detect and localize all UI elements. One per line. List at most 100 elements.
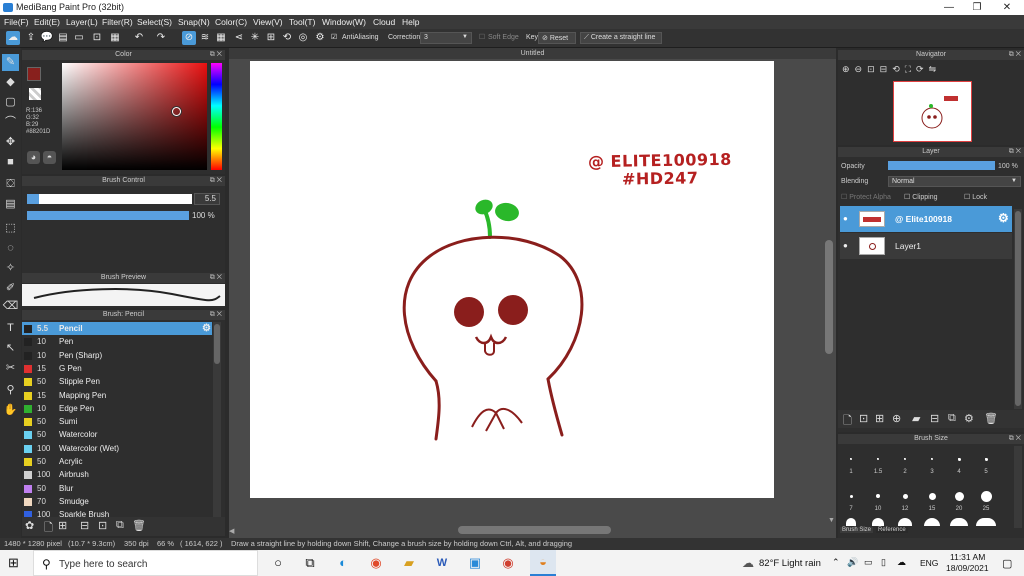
tab-brush-size[interactable]: Brush Size <box>840 527 874 533</box>
select-eraser-tool-icon[interactable]: ⌫ <box>2 298 19 315</box>
menu-cloud[interactable]: Cloud <box>373 17 395 27</box>
brush-list-item[interactable]: 5.5 Pencil ⚙ <box>22 322 212 336</box>
medibang-taskbar-button[interactable]: ◒ <box>530 550 556 576</box>
brush-size-dot[interactable] <box>872 518 884 526</box>
clock-time[interactable]: 11:31 AM <box>950 552 985 562</box>
panel-close-icon[interactable]: ⧉ ✕ <box>210 176 222 186</box>
canvas-horizontal-scrollbar[interactable] <box>458 526 611 534</box>
volume-icon[interactable]: 🔊 <box>847 557 858 568</box>
brush-new-icon[interactable]: 🗋 <box>44 519 53 538</box>
tablet-icon[interactable]: ▭ <box>72 31 86 45</box>
foreground-color-swatch[interactable] <box>27 67 41 81</box>
brush-list-item[interactable]: 15 G Pen <box>22 362 212 375</box>
panel-close-icon[interactable]: ⧉ ✕ <box>210 50 222 60</box>
menu-tool[interactable]: Tool(T) <box>289 17 315 27</box>
brush-size-dot[interactable] <box>902 493 908 499</box>
brush-settings-icon[interactable]: ⚙ <box>202 323 211 334</box>
snap-off-icon[interactable]: ⊘ <box>182 31 196 45</box>
panel-close-icon[interactable]: ⧉ ✕ <box>1009 50 1021 60</box>
drawing-canvas[interactable]: @ ELITE100918 #HD247 <box>250 61 774 498</box>
brush-import-icon[interactable]: ⊞ <box>58 519 67 532</box>
create-straight-line-button[interactable]: ⟋ Create a straight line <box>580 32 662 44</box>
close-button[interactable]: ✕ <box>992 0 1022 15</box>
blending-select[interactable]: Normal ▼ <box>888 176 1021 187</box>
brush-size-dot[interactable] <box>985 458 986 459</box>
brush-list-item[interactable]: 50 Sumi <box>22 415 212 428</box>
share-icon[interactable]: ⇪ <box>24 31 38 45</box>
select-tool-icon[interactable]: ⬚ <box>2 220 19 237</box>
folder-icon[interactable]: ▰ <box>912 412 920 425</box>
panel-close-icon[interactable]: ⧉ ✕ <box>210 310 222 320</box>
brush-size-dot[interactable] <box>850 458 851 459</box>
brush-size-dot[interactable] <box>928 492 936 500</box>
windows-start-icon[interactable]: ⊞ <box>8 556 22 570</box>
cloud-icon[interactable]: ☁ <box>6 31 20 45</box>
move-tool-icon[interactable]: ✥ <box>2 134 19 151</box>
zoom-app-icon[interactable]: ▣ <box>467 555 483 571</box>
menu-file[interactable]: File(F) <box>4 17 29 27</box>
language-indicator[interactable]: ENG <box>920 558 938 568</box>
transparent-color-swatch[interactable] <box>29 88 41 100</box>
brush-size-dot[interactable] <box>849 494 853 498</box>
reset-button[interactable]: ⊘ Reset <box>538 32 576 44</box>
menu-color[interactable]: Color(C) <box>215 17 247 27</box>
color-picker-cursor[interactable] <box>172 107 181 116</box>
brush-size-dot[interactable] <box>954 491 964 501</box>
brush-size-slider[interactable] <box>27 194 192 204</box>
snap-settings-icon[interactable]: ⚙ <box>313 31 327 45</box>
panel-close-icon[interactable]: ⧉ ✕ <box>210 273 222 283</box>
file-explorer-icon[interactable]: ▰ <box>401 555 417 571</box>
brush-list-item[interactable]: 100 Airbrush <box>22 468 212 481</box>
lock-checkbox[interactable]: ☐ Lock <box>964 193 987 201</box>
snap-parallel-icon[interactable]: ≋ <box>198 31 212 45</box>
zoom-in-icon[interactable]: ⊕ <box>842 64 855 74</box>
brush-list-item[interactable]: 15 Mapping Pen <box>22 389 212 402</box>
delete-layer-icon[interactable]: 🗑 <box>984 412 998 425</box>
brush-size-dot[interactable] <box>958 458 959 459</box>
layer-properties-icon[interactable]: ⚙ <box>964 412 974 425</box>
menu-filter[interactable]: Filter(R) <box>102 17 133 27</box>
maximize-button[interactable]: ❐ <box>962 0 992 15</box>
rotate-left-icon[interactable]: ⟲ <box>892 64 905 74</box>
notifications-icon[interactable]: ▢ <box>1002 557 1012 570</box>
layer-settings-icon[interactable]: ⚙ <box>998 211 1009 225</box>
correction-select[interactable]: 3 ▼ <box>420 32 472 44</box>
hue-slider[interactable] <box>211 63 222 170</box>
panel-icon[interactable]: ▤ <box>56 31 70 45</box>
brush-tool-icon[interactable]: ✎ <box>2 54 19 71</box>
chrome-profile-icon[interactable]: ◉ <box>500 555 516 571</box>
brush-list-scrollbar[interactable] <box>213 322 221 517</box>
canvas-vertical-scrollbar[interactable] <box>825 240 833 354</box>
visibility-icon[interactable]: ● <box>843 241 848 250</box>
taskbar-search[interactable]: ⚲ Type here to search <box>33 550 258 576</box>
brush-list-item[interactable]: 100 Watercolor (Wet) <box>22 442 212 455</box>
bucket-tool-icon[interactable]: ⛋ <box>2 176 19 193</box>
brush-size-dot[interactable] <box>950 518 968 526</box>
add-layer-menu-icon[interactable]: ⊕ <box>892 412 901 425</box>
brush-size-dot[interactable] <box>976 518 996 526</box>
color-wheel-icon[interactable]: ◓ <box>43 151 56 164</box>
chrome-icon[interactable]: ◉ <box>368 555 384 571</box>
layer-opacity-slider[interactable] <box>888 161 995 170</box>
flip-icon[interactable]: ⇋ <box>929 64 942 74</box>
panel-close-icon[interactable]: ⧉ ✕ <box>1009 434 1021 444</box>
redo-icon[interactable]: ↷ <box>154 31 168 45</box>
brush-duplicate-icon[interactable]: ⧉ <box>116 519 124 532</box>
network-icon[interactable]: ▭ <box>864 557 873 568</box>
visibility-icon[interactable]: ● <box>843 214 848 223</box>
fill-rect-tool-icon[interactable]: ■ <box>2 154 19 171</box>
edge-icon[interactable]: ◐ <box>335 555 351 571</box>
eyedropper-tool-icon[interactable]: ⚲ <box>2 382 19 399</box>
lasso-tool-icon[interactable]: ◌ <box>2 240 19 257</box>
scroll-left-icon[interactable]: ◀ <box>229 527 234 535</box>
weather-text[interactable]: 82°F Light rain <box>759 558 821 569</box>
undo-icon[interactable]: ↶ <box>132 31 146 45</box>
hand-tool-icon[interactable]: ✋ <box>2 402 19 419</box>
menu-layer[interactable]: Layer(L) <box>66 17 98 27</box>
layer-row[interactable]: ● Layer1 <box>840 233 1012 259</box>
brush-size-dot[interactable] <box>904 458 905 459</box>
fit-icon[interactable]: ⊡ <box>867 64 880 74</box>
brush-size-dot[interactable] <box>980 490 992 502</box>
canvas-tab[interactable]: Untitled <box>229 48 836 59</box>
rotate-right-icon[interactable]: ⟳ <box>916 64 929 74</box>
